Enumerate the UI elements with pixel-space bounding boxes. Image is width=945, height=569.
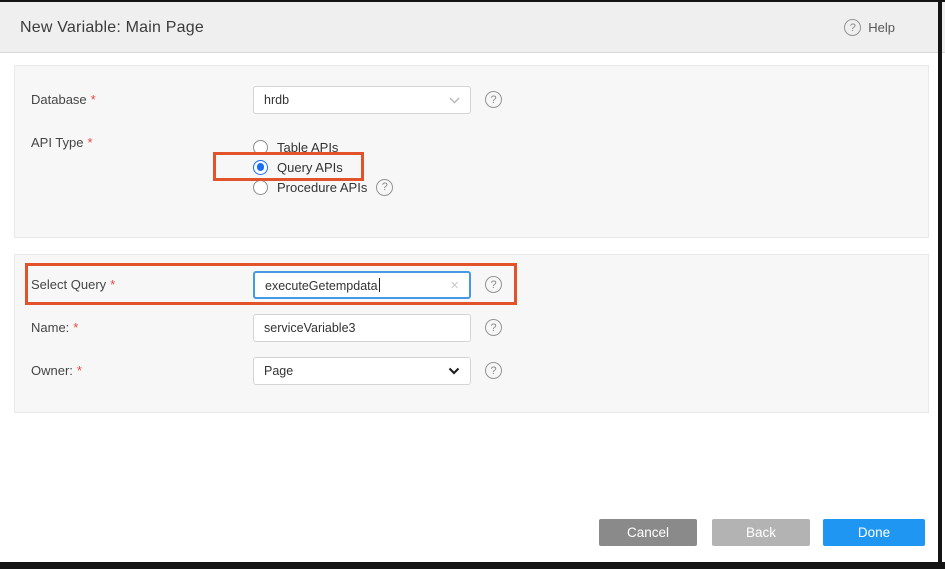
chevron-down-bold-icon [448, 364, 460, 378]
window-right-edge [938, 0, 942, 569]
owner-label: Owner: * [31, 357, 82, 385]
required-asterisk: * [91, 92, 96, 107]
radio-unselected-icon [253, 180, 268, 195]
database-label: Database * [31, 86, 96, 114]
name-help-icon[interactable]: ? [485, 319, 502, 336]
name-input-value: serviceVariable3 [264, 321, 460, 335]
database-select[interactable]: hrdb [253, 86, 471, 114]
radio-query-apis[interactable]: Query APIs [253, 158, 343, 176]
radio-table-apis[interactable]: Table APIs [253, 138, 338, 156]
radio-query-apis-label: Query APIs [277, 160, 343, 175]
database-label-text: Database [31, 92, 87, 107]
radio-procedure-apis[interactable]: Procedure APIs ? [253, 178, 393, 196]
owner-select[interactable]: Page [253, 357, 471, 385]
page-title: New Variable: Main Page [20, 2, 204, 53]
window-bottom-edge [0, 562, 945, 569]
radio-selected-icon [253, 160, 268, 175]
text-caret [379, 278, 380, 292]
api-type-label-text: API Type [31, 135, 84, 150]
window-top-edge [0, 0, 945, 2]
select-query-label: Select Query * [31, 271, 115, 299]
dialog-header: New Variable: Main Page ? Help [0, 2, 945, 53]
required-asterisk: * [73, 320, 78, 335]
owner-help-icon[interactable]: ? [485, 362, 502, 379]
chevron-down-icon [449, 93, 460, 107]
done-button[interactable]: Done [823, 519, 925, 546]
help-link[interactable]: ? Help [844, 2, 895, 53]
database-help-icon[interactable]: ? [485, 91, 502, 108]
select-query-value: executeGetempdata [265, 278, 444, 293]
cancel-button[interactable]: Cancel [599, 519, 697, 546]
variable-details-panel: Select Query * executeGetempdata × ? Name… [14, 254, 929, 413]
new-variable-dialog: New Variable: Main Page ? Help Database *… [0, 0, 945, 569]
select-query-input[interactable]: executeGetempdata × [253, 271, 471, 299]
back-button[interactable]: Back [712, 519, 810, 546]
database-select-value: hrdb [264, 93, 449, 107]
help-icon: ? [844, 19, 861, 36]
api-type-label: API Type * [31, 129, 93, 157]
radio-procedure-apis-label: Procedure APIs [277, 180, 367, 195]
help-label: Help [868, 20, 895, 35]
clear-icon[interactable]: × [450, 278, 459, 293]
required-asterisk: * [88, 135, 93, 150]
required-asterisk: * [110, 277, 115, 292]
select-query-help-icon[interactable]: ? [485, 276, 502, 293]
radio-table-apis-label: Table APIs [277, 140, 338, 155]
name-label: Name: * [31, 314, 78, 342]
select-query-label-text: Select Query [31, 277, 106, 292]
owner-label-text: Owner: [31, 363, 73, 378]
name-input[interactable]: serviceVariable3 [253, 314, 471, 342]
radio-unselected-icon [253, 140, 268, 155]
name-label-text: Name: [31, 320, 69, 335]
api-type-help-icon[interactable]: ? [376, 179, 393, 196]
api-settings-panel: Database * hrdb ? API Type * Table APIs Qu… [14, 65, 929, 238]
owner-select-value: Page [264, 364, 448, 378]
required-asterisk: * [77, 363, 82, 378]
